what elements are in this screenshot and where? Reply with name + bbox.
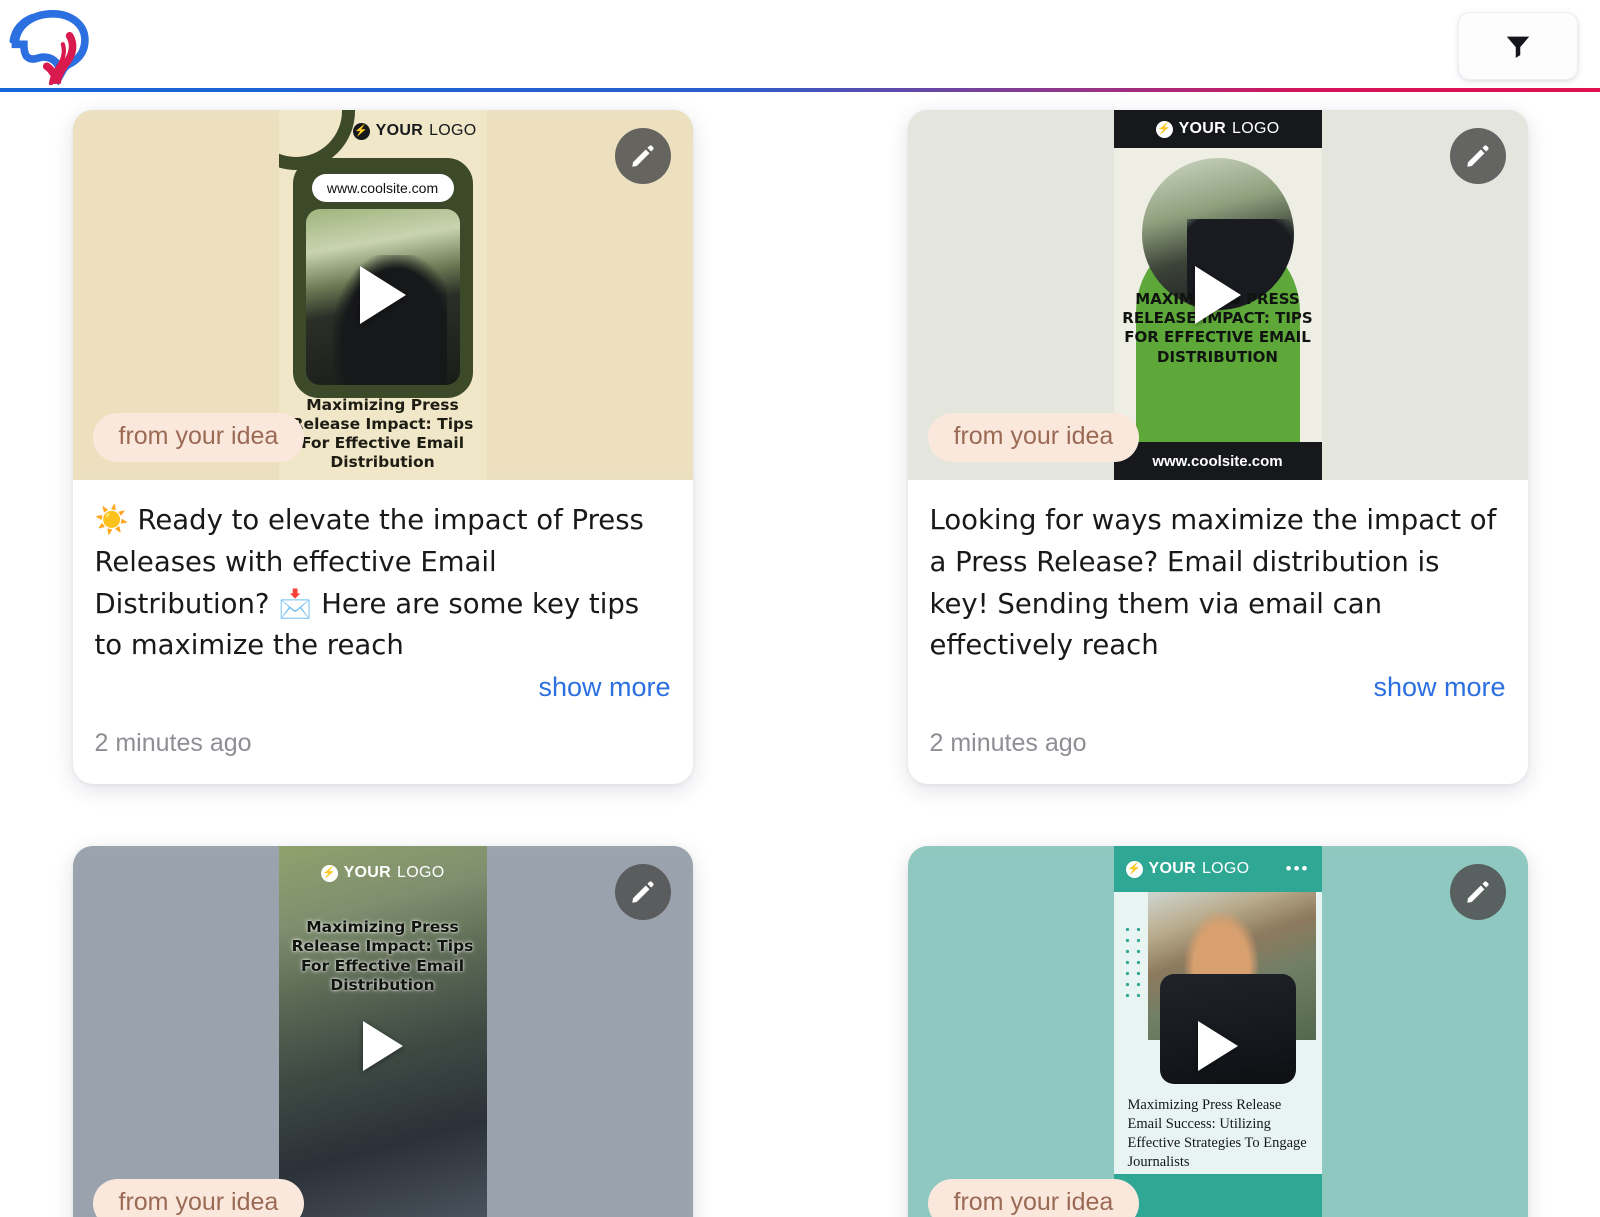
creative-caption: Maximizing Press Release Impact: Tips Fo… [291,918,474,994]
creative-url: www.coolsite.com [1113,442,1322,480]
edit-button[interactable] [1449,128,1506,184]
video-thumbnail[interactable]: ⚡ YOUR LOGO Maximizing Press Release Imp… [278,846,487,1217]
video-thumbnail[interactable]: ⚡ YOUR LOGO www.coolsite.com Maximizing … [278,110,487,480]
bolt-icon: ⚡ [1125,860,1143,878]
filter-button[interactable] [1458,12,1578,80]
post-media[interactable]: ⚡ YOUR LOGO ••• Maximizing Press Release… [907,846,1528,1217]
pencil-icon [632,144,654,167]
logo-bold-text: YOUR [1148,860,1196,878]
play-button[interactable] [359,266,406,324]
creative-url: www.coolsite.com [311,174,454,202]
creative-logo: ⚡ YOUR LOGO [1155,120,1280,138]
post-text: Looking for ways maximize the impact of … [929,504,1497,662]
video-thumbnail[interactable]: ⚡ YOUR LOGO ••• Maximizing Press Release… [1113,846,1322,1217]
post-body: ☀️ Ready to elevate the impact of Press … [73,480,693,707]
post-card[interactable]: ⚡ YOUR LOGO MAXIMIZING PRESS RELEASE IMP… [907,110,1528,785]
play-button[interactable] [362,1021,403,1072]
post-feed: ⚡ YOUR LOGO www.coolsite.com Maximizing … [0,92,1600,1217]
overflow-menu-icon[interactable]: ••• [1286,859,1310,879]
logo-light-text: LOGO [1201,860,1250,878]
edit-button[interactable] [1449,864,1506,921]
post-media[interactable]: ⚡ YOUR LOGO MAXIMIZING PRESS RELEASE IMP… [907,110,1528,480]
bolt-icon: ⚡ [352,122,370,140]
pencil-icon [1467,881,1489,903]
idea-badge: from your idea [927,413,1140,462]
play-button[interactable] [1197,1021,1238,1072]
idea-badge: from your idea [92,413,305,462]
logo-bold-text: YOUR [343,864,391,882]
post-body: Looking for ways maximize the impact of … [908,480,1528,707]
post-card[interactable]: ⚡ YOUR LOGO www.coolsite.com Maximizing … [72,110,693,785]
edit-button[interactable] [614,128,671,184]
post-card[interactable]: ⚡ YOUR LOGO ••• Maximizing Press Release… [907,846,1528,1217]
post-card[interactable]: ⚡ YOUR LOGO Maximizing Press Release Imp… [72,846,693,1217]
creative-caption: Maximizing Press Release Impact: Tips Fo… [291,396,474,472]
logo-bold-text: YOUR [375,122,424,139]
bolt-icon: ⚡ [320,864,338,882]
logo-light-text: LOGO [397,864,445,882]
post-media[interactable]: ⚡ YOUR LOGO Maximizing Press Release Imp… [72,846,693,1217]
post-media[interactable]: ⚡ YOUR LOGO www.coolsite.com Maximizing … [72,110,693,480]
post-text: ☀️ Ready to elevate the impact of Press … [94,504,644,662]
idea-badge: from your idea [927,1179,1140,1217]
decor-band [1113,1174,1322,1217]
logo-light-text: LOGO [1232,120,1280,137]
pencil-icon [632,881,654,903]
logo-bold-text: YOUR [1178,120,1226,137]
creative-topbar: ⚡ YOUR LOGO [1113,110,1322,148]
creative-logo: ⚡ YOUR LOGO [352,122,477,140]
filter-icon [1506,36,1530,58]
app-header [0,0,1600,92]
show-more-link[interactable]: show more [95,672,670,703]
creative-caption: Maximizing Press Release Email Success: … [1127,1097,1307,1170]
creative-topbar: ⚡ YOUR LOGO ••• [1113,846,1322,893]
post-timestamp: 2 minutes ago [94,729,252,758]
post-timestamp: 2 minutes ago [929,729,1087,758]
creative-logo: ⚡ YOUR LOGO [320,864,445,882]
creative-logo: ⚡ YOUR LOGO [1125,860,1250,878]
pencil-icon [1467,144,1489,167]
app-logo[interactable] [8,7,94,85]
idea-badge: from your idea [92,1179,305,1217]
video-thumbnail[interactable]: ⚡ YOUR LOGO MAXIMIZING PRESS RELEASE IMP… [1113,110,1322,480]
show-more-link[interactable]: show more [930,672,1505,703]
logo-light-text: LOGO [429,122,477,139]
bolt-icon: ⚡ [1155,120,1173,138]
play-button[interactable] [1194,266,1241,324]
edit-button[interactable] [614,864,671,921]
